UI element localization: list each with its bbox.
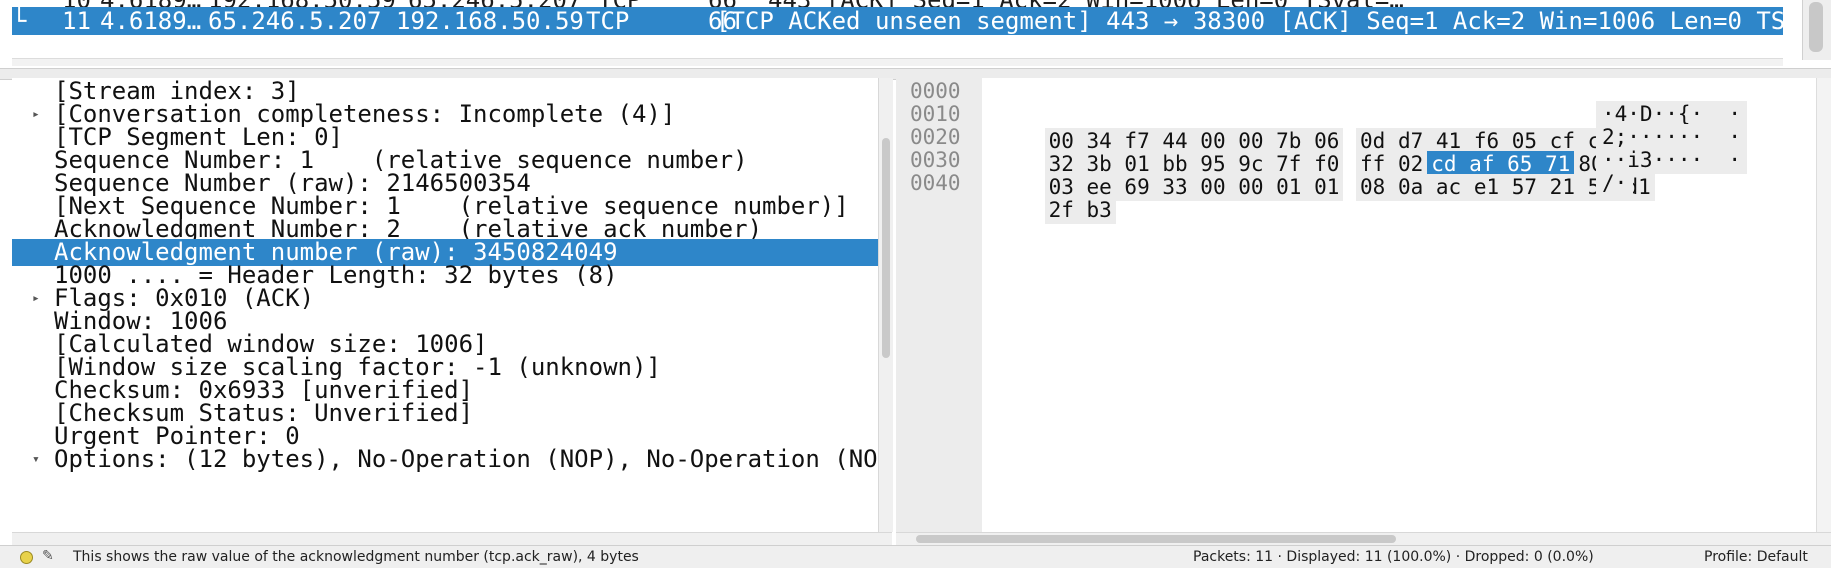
- details-horizontal-scrollbar[interactable]: [12, 532, 892, 545]
- packet-info: [TCP ACKed unseen segment] 443 → 38300 […: [716, 7, 1831, 35]
- scrollbar-thumb[interactable]: [1809, 2, 1823, 52]
- packet-time: 4.6189…: [100, 7, 202, 35]
- packet-details-tree[interactable]: [Stream index: 3] ▸ [Conversation complet…: [12, 78, 878, 532]
- ascii-row[interactable]: /·: [1596, 170, 1634, 197]
- packet-no: 11: [62, 7, 91, 35]
- status-led-icon[interactable]: [20, 551, 33, 564]
- packet-destination: 192.168.50.59: [396, 7, 584, 35]
- hex-bytes[interactable]: 2f b3: [1044, 197, 1116, 224]
- hex-row[interactable]: 2f b3: [994, 170, 1116, 224]
- tree-row-text: Options: (12 bytes), No-Operation (NOP),…: [54, 445, 878, 473]
- status-bar: ✎ This shows the raw value of the acknow…: [0, 545, 1831, 568]
- tree-line-icon: └: [12, 7, 27, 35]
- status-message: This shows the raw value of the acknowle…: [73, 549, 639, 565]
- tree-row[interactable]: ▾ Options: (12 bytes), No-Operation (NOP)…: [12, 446, 878, 473]
- packet-list[interactable]: 10 4.6189… 192.168.50.59 65.246.5.207 TC…: [0, 0, 1831, 66]
- packet-source: 65.246.5.207: [208, 7, 382, 35]
- profile-selector[interactable]: Profile: Default: [1704, 549, 1808, 565]
- details-vertical-scrollbar[interactable]: [878, 78, 893, 532]
- scrollbar-thumb[interactable]: [916, 535, 1396, 543]
- packet-list-vertical-scrollbar[interactable]: [1802, 0, 1831, 60]
- scrollbar-thumb[interactable]: [882, 138, 890, 358]
- edit-comment-icon[interactable]: ✎: [42, 548, 54, 564]
- byte-offset: 0040: [910, 171, 961, 195]
- packet-list-horizontal-scrollbar[interactable]: [12, 58, 1783, 66]
- packet-stats: Packets: 11 · Displayed: 11 (100.0%) · D…: [1193, 549, 1594, 565]
- bytes-vertical-scrollbar[interactable]: [1816, 78, 1831, 532]
- packet-bytes-pane[interactable]: 0000 0010 0020 0030 0040 00 34 f7 44 00 …: [896, 78, 1831, 532]
- packet-protocol: TCP: [586, 7, 630, 35]
- packet-row-selected[interactable]: └ 11 4.6189… 65.246.5.207 192.168.50.59 …: [12, 7, 1831, 35]
- collapse-arrow-icon[interactable]: ▾: [32, 446, 40, 473]
- bytes-horizontal-scrollbar[interactable]: [896, 532, 1831, 545]
- byte-offset-column: 0000 0010 0020 0030 0040: [896, 78, 982, 532]
